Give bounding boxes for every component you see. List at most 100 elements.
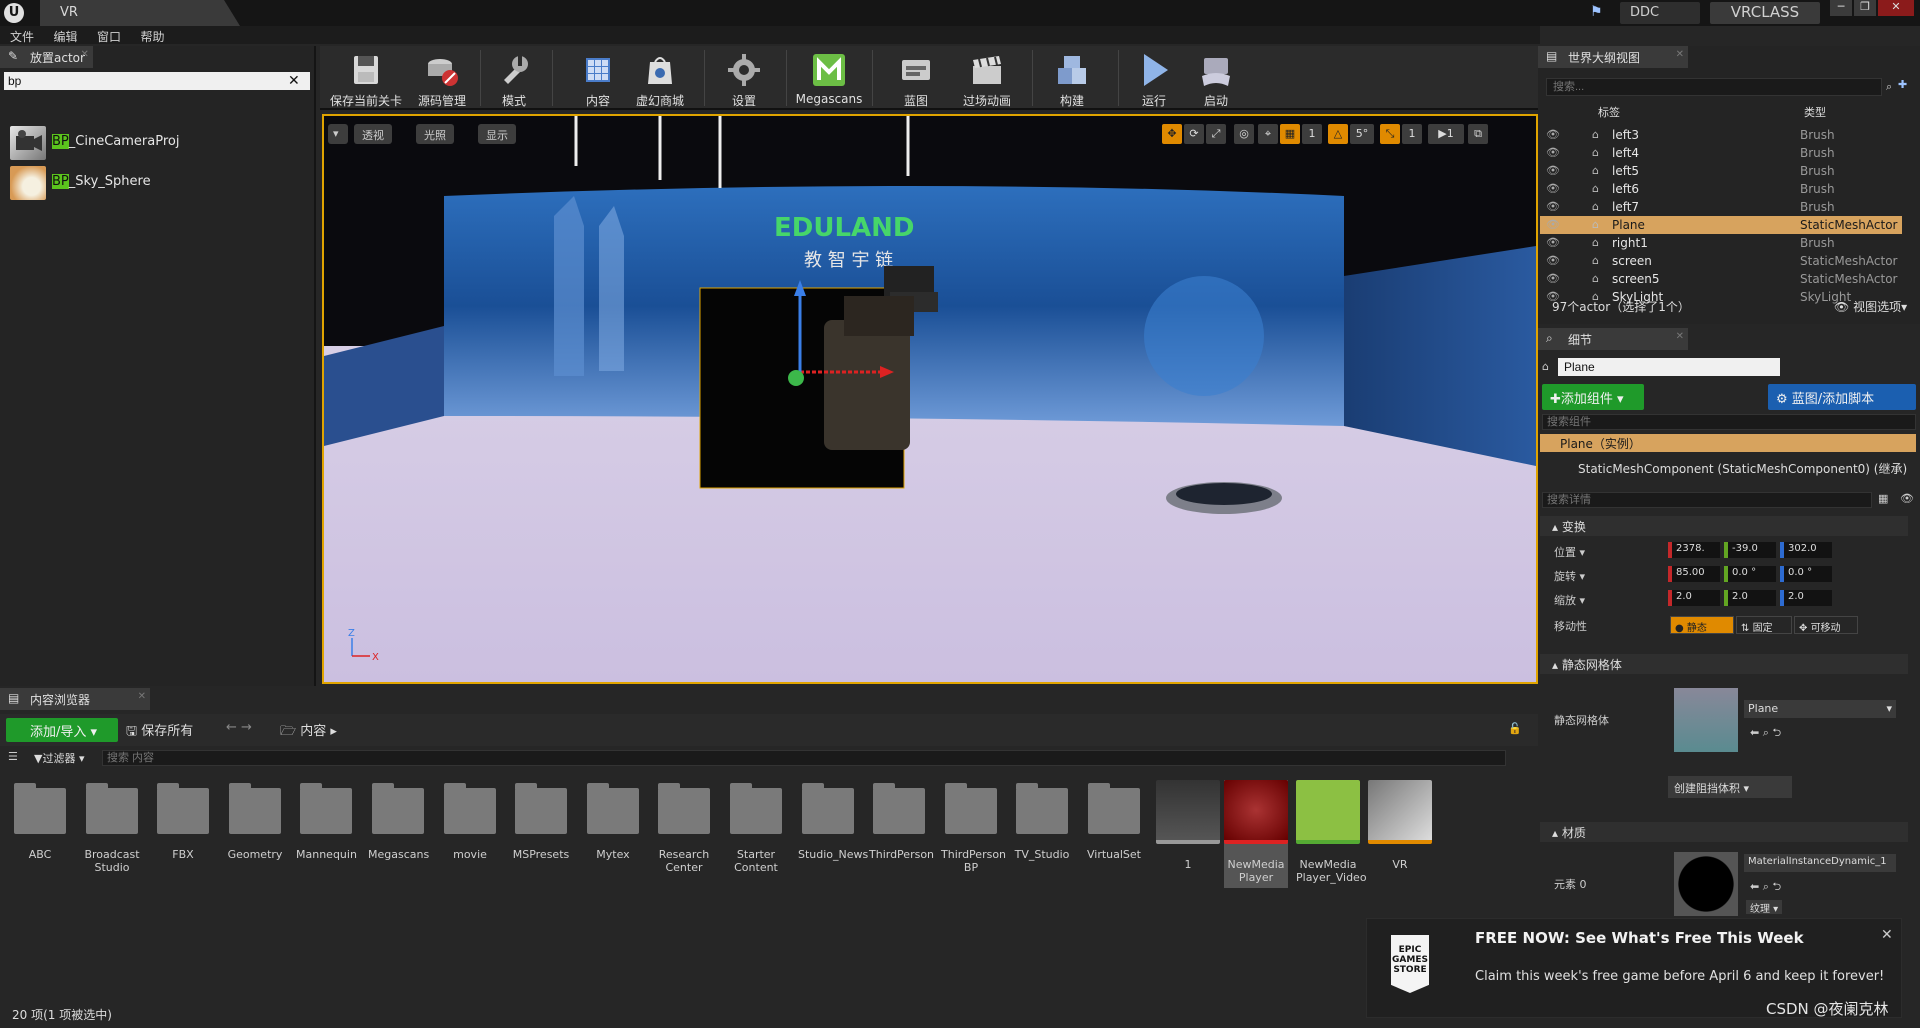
maximize-viewport-icon[interactable]: ⧉ (1468, 124, 1488, 144)
close-tab-icon[interactable]: ✕ (1676, 331, 1684, 342)
level-viewport[interactable]: EDULAND 教 智 宇 链 Z X ▾ 透视 光照 显示 ✥ ⟳ ⤢ ◎ ⌖… (322, 114, 1538, 684)
play-button[interactable]: 运行 (1126, 50, 1182, 108)
visibility-eye-icon[interactable]: 👁 (1546, 164, 1560, 177)
outliner-row[interactable]: 👁 ⌂ screen5 StaticMeshActor (1540, 270, 1902, 288)
content-search-input[interactable] (102, 750, 1506, 766)
add-import-button[interactable]: 添加/导入 ▾ (6, 718, 118, 742)
scale-snap-value[interactable]: 1 (1402, 124, 1422, 144)
use-selected-arrow-icon[interactable]: ⬅ ⌕ ⮌ (1750, 724, 1781, 743)
close-tab-icon[interactable]: ✕ (138, 691, 146, 702)
modes-button[interactable]: 模式 (492, 50, 536, 108)
material-dropdown[interactable]: MaterialInstanceDynamic_1 (1744, 854, 1896, 872)
location-z-field[interactable]: 302.0 (1780, 542, 1832, 558)
detail-search-input[interactable] (1542, 492, 1872, 508)
save-all-button[interactable]: 🖫 保存所有 (126, 720, 193, 744)
texture-dropdown[interactable]: 纹理 ▾ (1746, 900, 1783, 915)
settings-button[interactable]: 设置 (716, 50, 772, 108)
folder-starter-content[interactable]: Starter Content (726, 783, 786, 874)
asset-tile-vr[interactable]: VR (1368, 780, 1432, 871)
asset-tile-1[interactable]: 1 (1156, 780, 1220, 871)
content-button[interactable]: 内容 (576, 50, 620, 108)
launch-button[interactable]: 启动 (1188, 50, 1244, 108)
viewport-options-button[interactable]: ▾ (328, 124, 348, 144)
visibility-eye-icon[interactable]: 👁 (1546, 146, 1560, 159)
component-root-row[interactable]: Plane（实例） (1540, 434, 1916, 452)
clear-search-icon[interactable]: ✕ (288, 73, 300, 89)
folder-megascans[interactable]: Megascans (368, 783, 429, 861)
folder-research-center[interactable]: Research Center (654, 783, 714, 874)
transform-section-header[interactable]: ▴ 变换 (1540, 516, 1908, 536)
menu-edit[interactable]: 编辑 (44, 26, 84, 45)
visibility-eye-icon[interactable]: 👁 (1546, 236, 1560, 249)
close-tab-icon[interactable]: ✕ (81, 49, 89, 60)
materials-section-header[interactable]: ▴ 材质 (1540, 822, 1908, 842)
asset-tile-newmedia-player-video[interactable]: NewMedia Player_Video (1296, 780, 1367, 884)
close-window-button[interactable]: ✕ (1878, 0, 1914, 16)
place-actor-search-input[interactable] (4, 72, 310, 90)
visibility-eye-icon[interactable]: 👁 (1546, 182, 1560, 195)
folder-virtualset[interactable]: VirtualSet (1084, 783, 1144, 861)
lock-icon[interactable]: 🔓 (1508, 722, 1522, 735)
actor-item-sky-sphere[interactable]: BP_Sky_Sphere (8, 162, 308, 202)
sources-toggle-icon[interactable]: ☰ (8, 750, 18, 763)
outliner-row[interactable]: 👁 ⌂ left6 Brush (1540, 180, 1902, 198)
folder-thirdperson[interactable]: ThirdPerson (869, 783, 934, 861)
eye-icon[interactable]: 👁 (1900, 492, 1914, 505)
outliner-row[interactable]: 👁 ⌂ left5 Brush (1540, 162, 1902, 180)
folder-geometry[interactable]: Geometry (225, 783, 285, 861)
grid-size-value[interactable]: 1 (1302, 124, 1322, 144)
static-mesh-thumbnail[interactable] (1674, 688, 1738, 752)
material-actions-icon[interactable]: ⬅ ⌕ ⮌ (1750, 878, 1781, 897)
folder-mytex[interactable]: Mytex (583, 783, 643, 861)
outliner-row[interactable]: 👁 ⌂ left3 Brush (1540, 126, 1902, 144)
ddc-button[interactable]: DDC (1620, 2, 1700, 24)
menu-file[interactable]: 文件 (0, 26, 40, 45)
component-search-input[interactable] (1542, 414, 1916, 430)
visibility-eye-icon[interactable]: 👁 (1546, 254, 1560, 267)
outliner-row[interactable]: 👁 ⌂ Plane StaticMeshActor (1540, 216, 1902, 234)
menu-window[interactable]: 窗口 (87, 26, 127, 45)
rotation-y-field[interactable]: 0.0 ° (1724, 566, 1776, 582)
minimize-button[interactable]: ─ (1830, 0, 1852, 16)
add-filter-icon[interactable]: ✚ (1898, 78, 1907, 91)
rotation-x-field[interactable]: 85.00 (1668, 566, 1720, 582)
document-tab[interactable]: VR (40, 0, 240, 26)
folder-tv_studio[interactable]: TV_Studio (1012, 783, 1072, 861)
filter-button[interactable]: ▼过滤器 ▾ (34, 750, 85, 766)
outliner-col-label[interactable]: 标签 (1598, 104, 1620, 120)
outliner-row[interactable]: 👁 ⌂ left4 Brush (1540, 144, 1902, 162)
outliner-row[interactable]: 👁 ⌂ screen StaticMeshActor (1540, 252, 1902, 270)
folder-thirdperson-bp[interactable]: ThirdPerson BP (941, 783, 1006, 874)
folder-movie[interactable]: movie (440, 783, 500, 861)
world-local-icon[interactable]: ◎ (1234, 124, 1254, 144)
actor-item-cine-camera[interactable]: BP_CineCameraProj (8, 122, 308, 162)
add-component-button[interactable]: ✚添加组件 ▾ (1542, 384, 1644, 410)
static-mesh-section-header[interactable]: ▴ 静态网格体 (1540, 654, 1908, 674)
maximize-button[interactable]: ❐ (1854, 0, 1876, 16)
blueprint-add-script-button[interactable]: ⚙ 蓝图/添加脚本 (1768, 384, 1916, 410)
scale-tool-icon[interactable]: ⤢ (1206, 124, 1226, 144)
flag-icon[interactable]: ⚑ (1590, 4, 1608, 20)
close-notification-icon[interactable]: ✕ (1881, 927, 1893, 943)
save-level-button[interactable]: 保存当前关卡 (324, 50, 408, 108)
static-mesh-component-row[interactable]: StaticMeshComponent (StaticMeshComponent… (1578, 460, 1907, 477)
outliner-col-type[interactable]: 类型 (1804, 104, 1826, 120)
visibility-eye-icon[interactable]: 👁 (1546, 218, 1560, 231)
source-control-button[interactable]: 源码管理 (410, 50, 474, 108)
location-x-field[interactable]: 2378. (1668, 542, 1720, 558)
folder-broadcast-studio[interactable]: Broadcast Studio (82, 783, 142, 874)
outliner-row[interactable]: 👁 ⌂ left7 Brush (1540, 198, 1902, 216)
view-options-button[interactable]: 👁 视图选项▾ (1834, 298, 1907, 315)
visibility-eye-icon[interactable]: 👁 (1546, 128, 1560, 141)
scale-z-field[interactable]: 2.0 (1780, 590, 1832, 606)
asset-tile-newmedia-player[interactable]: NewMedia Player (1224, 780, 1288, 888)
marketplace-button[interactable]: 虚幻商城 (632, 50, 688, 108)
actor-name-input[interactable] (1558, 358, 1780, 376)
content-browser-tab[interactable]: ▤ 内容浏览器 ✕ (0, 688, 150, 710)
outliner-row[interactable]: 👁 ⌂ right1 Brush (1540, 234, 1902, 252)
scale-snap-icon[interactable]: ⤡ (1380, 124, 1400, 144)
blueprints-button[interactable]: 蓝图 (888, 50, 944, 108)
perspective-button[interactable]: 透视 (354, 124, 392, 144)
mobility-movable-option[interactable]: ✥ 可移动 (1794, 616, 1858, 634)
lighting-button[interactable]: 光照 (416, 124, 454, 144)
